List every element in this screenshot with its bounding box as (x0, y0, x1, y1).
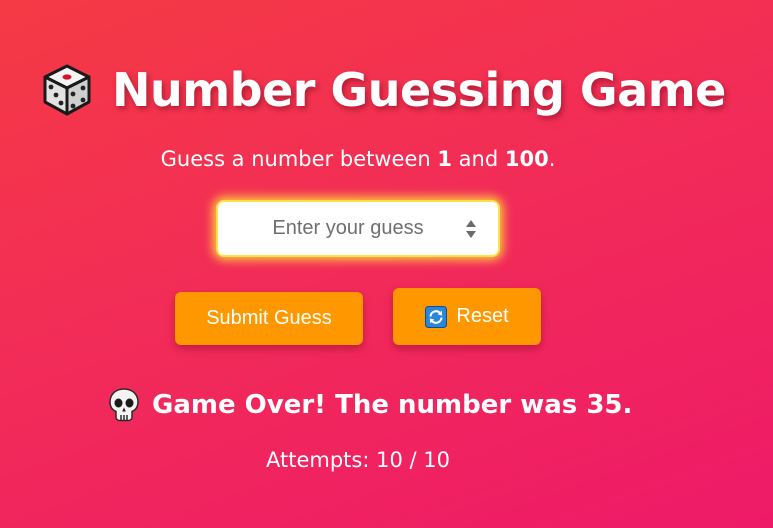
dice-icon (43, 64, 91, 116)
guess-field[interactable] (216, 200, 500, 257)
skull-icon (109, 388, 139, 422)
number-spinner-icon[interactable] (464, 219, 478, 239)
attempts-label: Attempts: (265, 448, 377, 472)
instruction-middle: and (451, 147, 505, 171)
reset-button[interactable]: Reset (393, 288, 541, 345)
result-text: Game Over! The number was 35. (152, 390, 633, 420)
attempts-separator: / (402, 448, 424, 472)
result-message: Game Over! The number was 35. (108, 386, 632, 424)
page-title: Number Guessing Game (112, 63, 726, 117)
range-max: 100 (504, 147, 549, 171)
range-min: 1 (437, 147, 452, 171)
title-row: Number Guessing Game (40, 58, 726, 122)
instruction-prefix: Guess a number between (160, 147, 438, 171)
reset-label: Reset (456, 305, 509, 327)
instruction-suffix: . (548, 147, 556, 171)
instruction-text: Guess a number between 1 and 100. (0, 147, 716, 171)
submit-guess-button[interactable]: Submit Guess (175, 292, 363, 345)
attempts-used: 10 (376, 448, 403, 472)
attempts-counter: Attempts: 10 / 10 (0, 448, 716, 472)
refresh-icon (425, 305, 448, 328)
guess-input[interactable] (218, 202, 458, 255)
attempts-max: 10 (423, 448, 450, 472)
